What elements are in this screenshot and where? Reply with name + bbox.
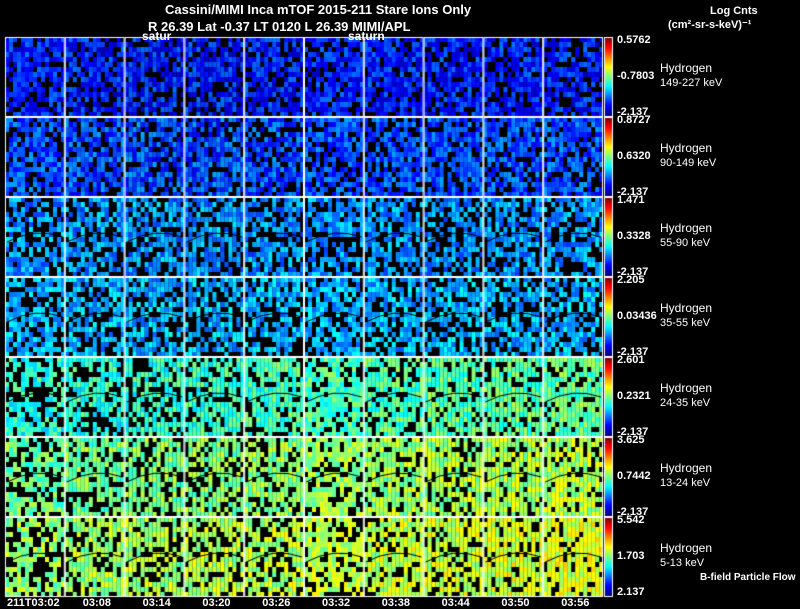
x-tick-label: 03:26 [262, 597, 291, 609]
units-label: Log Cnts [710, 5, 758, 17]
colorbar-mid-label: 0.7442 [617, 470, 651, 482]
x-tick-label: 03:56 [561, 597, 590, 609]
x-tick-label: 03:50 [501, 597, 530, 609]
x-tick-label: 03:44 [441, 597, 470, 609]
colorbar-mid-label: 1.703 [617, 550, 645, 562]
species-label: Hydrogen [660, 541, 713, 555]
colorbar-mid-label: -0.7803 [617, 70, 655, 82]
energy-range-label: 35-55 keV [660, 317, 711, 329]
x-tick-label: 03:38 [381, 597, 410, 609]
colorbar-max-label: 2.601 [617, 354, 645, 366]
species-label: Hydrogen [660, 461, 713, 475]
energy-range-label: 149-227 keV [660, 77, 723, 89]
x-tick-label: 03:08 [82, 597, 111, 609]
energy-range-label: 90-149 keV [660, 157, 717, 169]
species-label: Hydrogen [660, 61, 713, 75]
energy-range-label: 13-24 keV [660, 477, 711, 489]
chart-title: Cassini/MIMI Inca mTOF 2015-211 Stare Io… [165, 2, 472, 17]
x-tick-label: 211T03:02 [7, 597, 60, 609]
colorbar-max-label: 2.205 [617, 274, 645, 286]
saturn-marker-label: saturn [348, 29, 385, 43]
colorbar-max-label: 5.542 [617, 514, 645, 526]
x-tick-label: 03:32 [322, 597, 351, 609]
x-tick-label: 03:20 [202, 597, 231, 609]
colorbar-max-label: 3.625 [617, 434, 645, 446]
species-label: Hydrogen [660, 141, 713, 155]
colorbar-max-label: 1.471 [617, 194, 645, 206]
colorbar-mid-label: 0.2321 [617, 390, 651, 402]
colorbar-mid-label: 0.3328 [617, 230, 651, 242]
colorbar-max-label: 0.8727 [617, 114, 651, 126]
species-label: Hydrogen [660, 381, 713, 395]
energy-range-label: 24-35 keV [660, 397, 711, 409]
species-label: Hydrogen [660, 301, 713, 315]
units-label: (cm²-sr-s-keV)⁻¹ [668, 19, 752, 31]
colorbar-max-label: 0.5762 [617, 34, 651, 46]
bfield-legend: B-field Particle Flow [700, 572, 796, 583]
energy-range-label: 5-13 keV [660, 557, 705, 569]
species-label: Hydrogen [660, 221, 713, 235]
saturn-marker-label: satur [142, 29, 172, 43]
colorbar-mid-label: 0.6320 [617, 150, 651, 162]
colorbar-min-label: 2.137 [617, 586, 645, 598]
x-tick-label: 03:14 [142, 597, 171, 609]
energy-range-label: 55-90 keV [660, 237, 711, 249]
colorbar-mid-label: 0.03436 [617, 310, 657, 322]
